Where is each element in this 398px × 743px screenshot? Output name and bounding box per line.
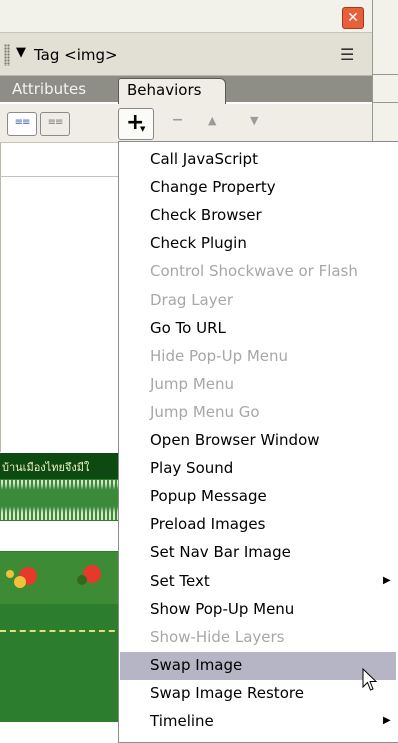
menu-item-jump-menu: Jump Menu (120, 371, 396, 399)
menu-item-drag-layer: Drag Layer (120, 287, 396, 315)
menu-item-jump-menu-go: Jump Menu Go (120, 399, 396, 427)
menu-item-call-javascript[interactable]: Call JavaScript (120, 146, 396, 174)
menu-item-swap-image[interactable]: Swap Image (120, 651, 396, 680)
menu-item-label: Jump Menu (150, 374, 235, 393)
menu-item-check-plugin[interactable]: Check Plugin (120, 230, 396, 258)
menu-item-label: Show Pop-Up Menu (150, 599, 295, 618)
menu-item-go-to-url[interactable]: Go To URL (120, 315, 396, 343)
collapse-arrow-icon[interactable]: ▼ (16, 45, 26, 60)
add-behavior-button[interactable]: + ▼ (118, 108, 154, 140)
menu-item-set-nav-bar-image[interactable]: Set Nav Bar Image (120, 539, 396, 567)
move-down-button[interactable]: ▼ (250, 114, 258, 127)
menu-item-label: Open Browser Window (150, 431, 320, 449)
menu-item-check-browser[interactable]: Check Browser (120, 202, 396, 230)
menu-item-label: Swap Image Restore (150, 683, 304, 702)
menu-item-preload-images[interactable]: Preload Images (120, 511, 396, 539)
panel-options-icon[interactable]: ☰ (340, 45, 354, 64)
menu-item-label: Set Nav Bar Image (150, 543, 291, 562)
menu-item-label: Drag Layer (150, 290, 234, 309)
move-up-button[interactable]: ▲ (208, 114, 216, 127)
menu-item-label: Call JavaScript (150, 150, 258, 168)
menu-item-timeline[interactable]: Timeline ▶ (120, 708, 396, 736)
submenu-arrow-icon: ▶ (383, 715, 391, 726)
window-titlebar (0, 0, 372, 33)
menu-item-label: Preload Images (150, 515, 266, 534)
menu-item-label: Show-Hide Layers (150, 627, 285, 646)
chevron-down-icon: ▼ (140, 125, 146, 133)
mouse-pointer-icon (362, 667, 378, 696)
menu-item-label: Control Shockwave or Flash (150, 262, 358, 281)
menu-item-label: Go To URL (150, 318, 226, 337)
submenu-arrow-icon: ▶ (383, 574, 391, 586)
menu-item-label: Swap Image (150, 655, 243, 674)
menu-item-set-text[interactable]: Set Text ▶ (120, 568, 396, 596)
menu-item-play-sound[interactable]: Play Sound (120, 455, 396, 483)
menu-item-label: Popup Message (150, 487, 267, 506)
menu-item-label: Change Property (150, 178, 276, 197)
design-thai-text: บ้านเมืองไทยจึงมีใ (2, 461, 90, 474)
show-set-events-button[interactable]: ≡≡ (7, 112, 37, 136)
menu-item-show-pop-up-menu[interactable]: Show Pop-Up Menu (120, 596, 396, 624)
tab-behaviors[interactable]: Behaviors (118, 78, 226, 105)
menu-item-label: Hide Pop-Up Menu (150, 346, 289, 365)
remove-behavior-button[interactable]: – (172, 107, 183, 132)
menu-item-show-hide-layers: Show-Hide Layers (120, 624, 396, 652)
panel-title[interactable]: Tag <img> (34, 46, 118, 64)
menu-item-label: Check Browser (150, 206, 262, 225)
menu-item-label: Check Plugin (150, 234, 247, 253)
menu-item-label: Play Sound (150, 459, 234, 478)
flower-decoration-icon (6, 565, 101, 588)
add-behavior-menu: Call JavaScript Change Property Check Brow… (118, 141, 398, 743)
show-all-events-button[interactable]: ≡≡ (40, 112, 70, 136)
panel-grip-handle[interactable] (4, 44, 10, 66)
menu-item-control-shockwave-or-flash: Control Shockwave or Flash (120, 258, 396, 286)
menu-item-popup-message[interactable]: Popup Message (120, 483, 396, 511)
tab-behaviors-label: Behaviors (127, 81, 202, 99)
menu-item-label: Jump Menu Go (150, 402, 260, 421)
menu-item-swap-image-restore[interactable]: Swap Image Restore (120, 680, 396, 708)
close-icon[interactable]: ✕ (342, 7, 364, 29)
menu-item-label: Timeline (150, 712, 214, 730)
menu-item-hide-pop-up-menu: Hide Pop-Up Menu (120, 343, 396, 371)
menu-item-label: Set Text (150, 571, 210, 590)
menu-item-open-browser-window[interactable]: Open Browser Window (120, 427, 396, 455)
menu-item-change-property[interactable]: Change Property (120, 174, 396, 202)
tab-attributes[interactable]: Attributes (12, 80, 86, 98)
